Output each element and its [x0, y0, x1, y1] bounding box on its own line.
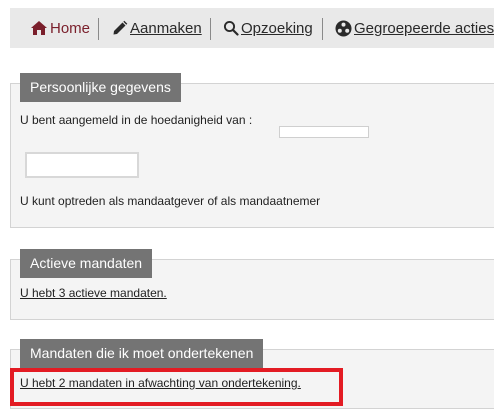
- nav-grouped-actions-label: Gegroepeerde acties: [354, 19, 494, 37]
- mandates-to-sign-link[interactable]: U hebt 2 mandaten in afwachting van onde…: [20, 376, 301, 390]
- personal-data-panel: Persoonlijke gegevens U bent aangemeld i…: [10, 73, 494, 228]
- active-mandates-panel: Actieve mandaten U hebt 3 actieve mandat…: [10, 249, 494, 320]
- search-icon: [223, 20, 241, 36]
- active-mandates-link[interactable]: U hebt 3 actieve mandaten.: [20, 286, 167, 300]
- nav-create-label: Aanmaken: [130, 19, 202, 37]
- pencil-icon: [111, 20, 130, 37]
- panel-title: Mandaten die ik moet ondertekenen: [20, 339, 264, 368]
- can-act-as-text: U kunt optreden als mandaatgever of als …: [20, 194, 321, 208]
- logged-in-as-text: U bent aangemeld in de hoedanigheid van …: [20, 113, 253, 127]
- nav-grouped-actions[interactable]: Gegroepeerde acties: [335, 8, 494, 48]
- redacted-identity: [279, 126, 369, 138]
- home-icon: [30, 20, 50, 36]
- nav-divider: [210, 18, 211, 40]
- group-icon: [335, 20, 354, 37]
- nav-divider: [98, 18, 99, 40]
- nav-search-label: Opzoeking: [241, 19, 313, 37]
- redacted-field: [25, 152, 139, 178]
- top-navigation-bar: Home Aanmaken Opzoeking Gegroepeerde act…: [10, 8, 494, 48]
- nav-divider: [322, 18, 323, 40]
- mandates-to-sign-panel: Mandaten die ik moet ondertekenen U hebt…: [10, 339, 494, 409]
- nav-search[interactable]: Opzoeking: [223, 8, 313, 48]
- nav-home-label: Home: [50, 19, 91, 37]
- panel-title: Persoonlijke gegevens: [20, 73, 181, 102]
- nav-home[interactable]: Home: [30, 8, 90, 48]
- nav-create[interactable]: Aanmaken: [111, 8, 202, 48]
- panel-title: Actieve mandaten: [20, 249, 153, 278]
